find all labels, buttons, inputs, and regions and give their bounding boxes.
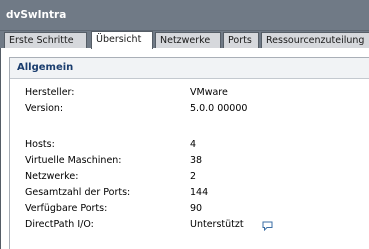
row-label: Virtuelle Maschinen: [25,155,122,166]
row-label: Hosts: [25,139,55,150]
tab-bar: Erste Schritte Übersicht Netzwerke Ports… [0,31,369,49]
row-hosts: Hosts: 4 [10,139,369,153]
tab-ports[interactable]: Ports [223,32,259,48]
row-label: Verfügbare Ports: [25,203,108,214]
row-label: Hersteller: [25,87,75,98]
tab-content: Allgemein Hersteller: VMware Version: 5.… [0,48,369,249]
row-netzwerke: Netzwerke: 2 [10,171,369,185]
window-title: dvSwIntra [6,9,67,21]
row-value: 90 [190,203,203,214]
row-value: 38 [190,155,203,166]
row-directpath-io: DirectPath I/O: Unterstützt [10,219,369,233]
row-label: DirectPath I/O: [25,219,94,230]
window-titlebar: dvSwIntra [0,0,369,31]
row-value: 2 [190,171,197,182]
row-value: VMware [190,87,228,98]
row-label: Netzwerke: [25,171,79,182]
row-gesamtzahl-ports: Gesamtzahl der Ports: 144 [10,187,369,201]
row-value: 4 [190,139,197,150]
row-value: 144 [190,187,209,198]
speech-bubble-icon[interactable] [262,221,273,232]
panel-title: Allgemein [10,58,369,79]
tab-erste-schritte[interactable]: Erste Schritte [4,32,87,48]
row-virtuelle-maschinen: Virtuelle Maschinen: 38 [10,155,369,169]
row-value: 5.0.0 00000 [190,103,248,114]
tab-netzwerke[interactable]: Netzwerke [155,32,221,48]
row-value: Unterstützt [190,219,244,230]
tab-ressourcenzuteilung[interactable]: Ressourcenzuteilung [261,32,369,48]
general-panel: Allgemein Hersteller: VMware Version: 5.… [9,57,369,249]
row-label: Version: [25,103,64,114]
row-label: Gesamtzahl der Ports: [25,187,131,198]
row-hersteller: Hersteller: VMware [10,87,369,101]
tab-uebersicht[interactable]: Übersicht [91,31,153,49]
row-verfuegbare-ports: Verfügbare Ports: 90 [10,203,369,217]
row-version: Version: 5.0.0 00000 [10,103,369,117]
